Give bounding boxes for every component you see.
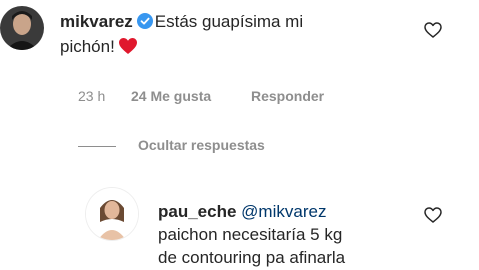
avatar-mikvarez[interactable] — [0, 6, 44, 50]
like-comment-heart-icon[interactable] — [424, 22, 442, 38]
thread-divider — [78, 146, 116, 147]
reply-button[interactable]: Responder — [251, 88, 324, 104]
verified-badge-icon — [136, 12, 153, 35]
hide-replies-button[interactable]: Ocultar respuestas — [138, 137, 265, 153]
comment-text-line1: Estás guapísima mi — [154, 12, 304, 31]
reply-username[interactable]: pau_eche — [158, 202, 236, 221]
reply-button-label[interactable]: Responder — [251, 88, 324, 104]
comment-username[interactable]: mikvarez — [60, 12, 133, 31]
reply-body: pau_eche @mikvarez paichon necesitaría 5… — [158, 200, 418, 269]
red-heart-emoji-icon — [118, 37, 138, 61]
reply-mention[interactable]: @mikvarez — [241, 202, 326, 221]
like-reply-heart-icon[interactable] — [424, 207, 442, 223]
comment-meta: 23 h — [78, 88, 105, 104]
comment-likes[interactable]: 24 Me gusta — [131, 88, 211, 104]
reply-text-line2: de contouring pa afinarla — [158, 248, 346, 267]
likes-count[interactable]: 24 Me gusta — [131, 88, 211, 104]
comment-text-line2: pichón! — [60, 37, 115, 56]
comment-body: mikvarez Estás guapísima mi pichón! — [60, 10, 400, 61]
avatar-pau-eche[interactable] — [86, 188, 138, 240]
hide-replies-label[interactable]: Ocultar respuestas — [138, 137, 265, 153]
reply-text-line1: paichon necesitaría 5 kg — [158, 225, 343, 244]
comment-time: 23 h — [78, 88, 106, 104]
